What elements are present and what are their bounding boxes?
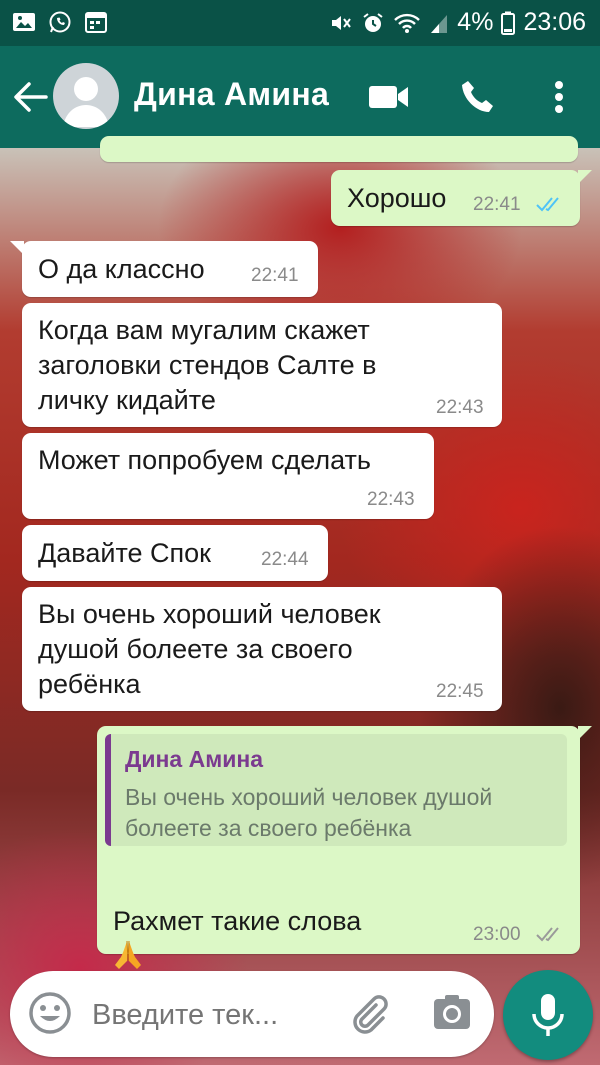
alarm-icon: [363, 12, 383, 32]
gallery-icon: [13, 13, 35, 31]
bubble-tail: [578, 170, 592, 184]
more-options-button[interactable]: [536, 74, 582, 120]
video-call-button[interactable]: [366, 74, 412, 120]
message-bubble-outgoing[interactable]: Хорошо 22:41: [331, 170, 592, 226]
bubble-tail: [578, 726, 592, 740]
message-bubble-incoming[interactable]: Когда вам мугалим скажет заголовки стенд…: [22, 303, 502, 427]
message-text: Может попробуем сделать: [38, 445, 371, 475]
camera-icon[interactable]: [430, 991, 474, 1035]
message-bubble-cut[interactable]: [100, 136, 578, 162]
double-check-read-icon: [536, 197, 559, 212]
quoted-text: Вы очень хороший человек душой болеете з…: [125, 784, 493, 841]
signal-icon: [431, 14, 448, 33]
folded-hands-emoji-icon: [115, 940, 141, 969]
wifi-icon: [394, 13, 421, 33]
message-bubble-outgoing[interactable]: Дина Амина Вы очень хороший человек душо…: [97, 726, 592, 1007]
message-text: Давайте Спок: [38, 538, 211, 568]
message-time: 22:44: [261, 549, 309, 570]
message-text: Вы очень хороший человек душой болеете з…: [38, 599, 381, 699]
phone-icon: [462, 81, 493, 112]
quote-accent-bar: [105, 734, 111, 846]
mic-icon: [532, 994, 564, 1036]
avatar[interactable]: [53, 63, 119, 129]
attach-icon[interactable]: [346, 991, 390, 1035]
message-time: 23:00: [473, 924, 521, 945]
message-time: 22:41: [473, 194, 521, 215]
clock: 23:06: [523, 8, 586, 36]
message-text-content: Рахмет такие слова: [113, 906, 362, 936]
status-bar: 4% 23:06: [0, 0, 600, 46]
message-text: Хорошо: [347, 183, 447, 213]
message-time: 22:43: [436, 397, 484, 418]
message-time: 22:43: [367, 489, 415, 510]
bubble-tail: [10, 241, 24, 255]
avatar-icon: [63, 77, 109, 127]
mute-icon: [332, 15, 352, 30]
double-check-icon: [536, 927, 559, 942]
message-bubble-incoming[interactable]: Может попробуем сделать 22:43: [22, 433, 434, 519]
message-bubble-incoming[interactable]: О да классно 22:41: [10, 241, 318, 297]
voice-call-button[interactable]: [455, 74, 501, 120]
more-vert-icon: [555, 81, 563, 113]
calendar-icon: [85, 12, 107, 33]
battery-percent: 4%: [457, 8, 494, 36]
emoji-icon[interactable]: [28, 991, 72, 1035]
chat-header: Дина Амина: [0, 46, 600, 148]
back-arrow-icon[interactable]: [12, 80, 48, 114]
message-bubble-incoming[interactable]: Вы очень хороший человек душой болеете з…: [22, 587, 502, 711]
quoted-message[interactable]: Дина Амина Вы очень хороший человек душо…: [105, 734, 567, 846]
message-input[interactable]: [90, 991, 324, 1039]
message-time: 22:41: [251, 265, 299, 286]
battery-icon: [501, 11, 516, 35]
quoted-author: Дина Амина: [125, 746, 264, 772]
contact-name[interactable]: Дина Амина: [134, 76, 329, 113]
message-time: 22:45: [436, 681, 484, 702]
voice-message-button[interactable]: [503, 970, 593, 1060]
video-call-icon: [369, 86, 408, 108]
message-text: Когда вам мугалим скажет заголовки стенд…: [38, 315, 377, 415]
whatsapp-icon: [49, 11, 71, 33]
message-composer: [10, 971, 494, 1057]
message-text: О да классно: [38, 254, 205, 284]
message-bubble-incoming[interactable]: Давайте Спок 22:44: [22, 525, 328, 581]
